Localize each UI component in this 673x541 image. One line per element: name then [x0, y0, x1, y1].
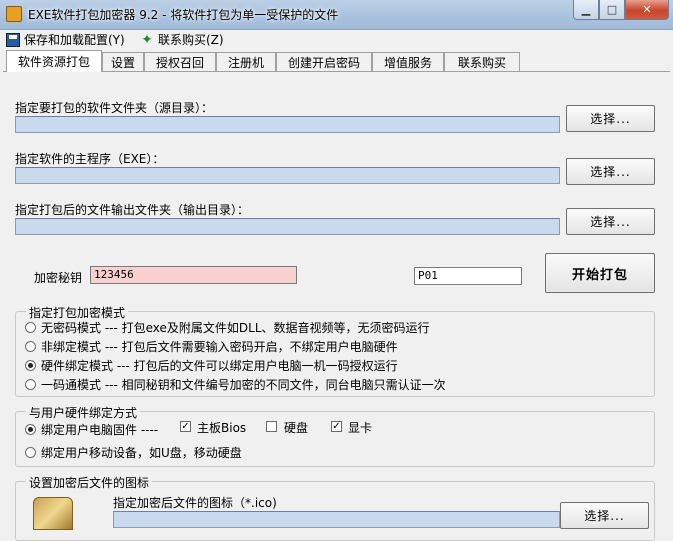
tab-keygen[interactable]: 注册机 [216, 52, 276, 72]
bind-pc-firmware-radio[interactable] [25, 424, 36, 435]
title-bar: EXE软件打包加密器 9.2 - 将软件打包为单一受保护的文件 ▁ □ ✕ [0, 0, 673, 30]
start-pack-button[interactable]: 开始打包 [545, 253, 655, 293]
file-code-input[interactable]: P01 [414, 267, 522, 285]
browse-main-exe-button[interactable]: 选择... [566, 158, 655, 185]
encrypt-key-label: 加密秘钥 [34, 271, 83, 285]
bios-label[interactable]: 主板Bios [197, 419, 246, 436]
tab-settings[interactable]: 设置 [102, 52, 144, 72]
main-exe-field[interactable] [15, 167, 560, 184]
gpu-label[interactable]: 显卡 [348, 419, 372, 436]
source-folder-label: 指定要打包的软件文件夹（源目录）： [15, 101, 214, 115]
icon-file-field[interactable] [113, 511, 560, 528]
menu-save-load-config[interactable]: 保存和加载配置(Y) [6, 31, 125, 48]
mode-hardware-bound-label[interactable]: 硬件绑定模式 --- 打包后的文件可以绑定用户电脑一机一码授权运行 [41, 357, 398, 374]
tab-contact-buy[interactable]: 联系购买 [444, 52, 520, 72]
hardware-bind-title: 与用户硬件绑定方式 [26, 404, 141, 421]
menu-label: 保存和加载配置(Y) [24, 33, 125, 47]
menu-contact-buy[interactable]: ✦ 联系购买(Z) [140, 31, 224, 48]
bind-pc-firmware-label[interactable]: 绑定用户电脑固件 ---- [41, 421, 158, 438]
mode-unbound-radio[interactable] [25, 341, 36, 352]
mode-no-password-radio[interactable] [25, 322, 36, 333]
browse-icon-button[interactable]: 选择... [560, 502, 649, 529]
output-folder-field[interactable] [15, 218, 560, 235]
browse-output-button[interactable]: 选择... [566, 208, 655, 235]
icon-setting-title: 设置加密后文件的图标 [26, 474, 153, 491]
bind-usb-label[interactable]: 绑定用户移动设备，如U盘，移动硬盘 [41, 444, 242, 461]
bios-checkbox[interactable]: ✓ [180, 421, 191, 432]
tab-create-password[interactable]: 创建开启密码 [276, 52, 372, 72]
save-icon [6, 32, 20, 47]
buy-icon: ✦ [141, 31, 153, 48]
mode-hardware-bound-radio[interactable] [25, 360, 36, 371]
main-exe-label: 指定软件的主程序（EXE）： [15, 152, 165, 166]
disk-label[interactable]: 硬盘 [284, 419, 308, 436]
close-button[interactable]: ✕ [625, 0, 669, 20]
menu-bar: 保存和加载配置(Y) ✦ 联系购买(Z) [0, 30, 673, 49]
app-icon [6, 6, 22, 22]
gpu-checkbox[interactable]: ✓ [331, 421, 342, 432]
bind-usb-radio[interactable] [25, 447, 36, 458]
output-folder-label: 指定打包后的文件输出文件夹（输出目录）： [15, 203, 250, 217]
maximize-button[interactable]: □ [599, 0, 625, 20]
disk-checkbox[interactable] [266, 421, 277, 432]
window-title: EXE软件打包加密器 9.2 - 将软件打包为单一受保护的文件 [28, 8, 339, 22]
menu-label: 联系购买(Z) [158, 33, 224, 47]
mode-unbound-label[interactable]: 非绑定模式 --- 打包后文件需要输入密码开启，不绑定用户电脑硬件 [41, 338, 398, 355]
mode-one-code-radio[interactable] [25, 379, 36, 390]
encrypt-key-input[interactable]: 123456 [90, 266, 297, 284]
mode-one-code-label[interactable]: 一码通模式 --- 相同秘钥和文件编号加密的不同文件，同台电脑只需认证一次 [41, 376, 446, 393]
minimize-button[interactable]: ▁ [573, 0, 599, 20]
tab-license-recall[interactable]: 授权召回 [144, 52, 216, 72]
mode-no-password-label[interactable]: 无密码模式 --- 打包exe及附属文件如DLL、数据音视频等，无须密码运行 [41, 319, 430, 336]
tab-value-added[interactable]: 增值服务 [372, 52, 444, 72]
browse-source-button[interactable]: 选择... [566, 105, 655, 132]
tab-resource-pack[interactable]: 软件资源打包 [6, 50, 102, 72]
file-icon-preview-icon [33, 497, 73, 530]
source-folder-field[interactable] [15, 116, 560, 133]
icon-file-label: 指定加密后文件的图标（*.ico) [113, 496, 277, 510]
